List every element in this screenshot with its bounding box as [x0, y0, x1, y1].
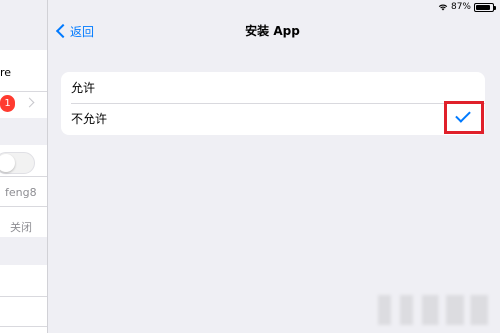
divider [0, 206, 47, 207]
divider [0, 326, 47, 327]
battery-percentage: 87% [450, 2, 471, 12]
checkmark-icon [455, 107, 471, 123]
notification-badge: 1 [0, 95, 15, 112]
option-label: 允许 [71, 81, 96, 95]
option-label: 不允许 [71, 112, 108, 126]
master-group-bottom [0, 265, 47, 333]
watermark [378, 295, 488, 325]
account-value[interactable]: feng8 [5, 186, 37, 199]
feature-status-value[interactable]: 关闭 [10, 219, 32, 235]
divider [0, 296, 47, 297]
battery-icon [474, 2, 496, 12]
chevron-left-icon [55, 23, 71, 39]
option-disallow[interactable]: 不允许 [61, 103, 485, 134]
page-title: 安装 App [245, 24, 300, 38]
highlight-box [444, 101, 484, 134]
back-label: 返回 [70, 24, 95, 39]
toggle-knob [0, 154, 15, 172]
master-row-partial-label: re [0, 66, 12, 79]
back-button[interactable]: 返回 [54, 22, 94, 40]
wifi-icon [438, 4, 448, 11]
master-panel: re 1 feng8 关闭 [0, 0, 48, 333]
option-allow[interactable]: 允许 [61, 72, 485, 103]
settings-toggle[interactable] [0, 152, 35, 174]
install-app-options: 允许 不允许 [61, 72, 485, 135]
battery-level [476, 4, 490, 10]
status-bar: 87% [438, 1, 496, 13]
divider [0, 176, 47, 177]
